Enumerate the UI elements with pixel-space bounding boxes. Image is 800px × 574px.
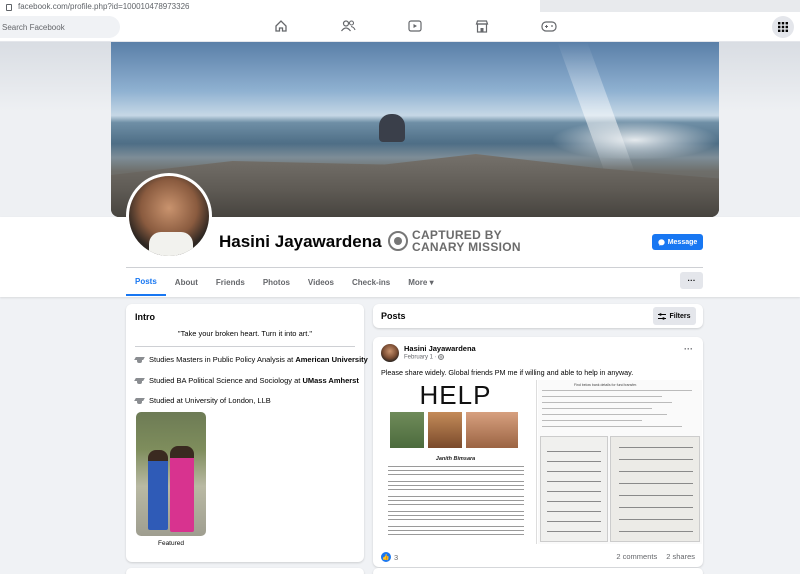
comments-count[interactable]: 2 comments xyxy=(616,552,657,561)
graduation-cap-icon xyxy=(135,377,144,385)
intro-title: Intro xyxy=(135,312,155,322)
bio-divider xyxy=(135,346,355,347)
globe-icon xyxy=(438,354,445,360)
flyer-heading: HELP xyxy=(419,380,492,410)
post-options-button[interactable]: ··· xyxy=(684,344,693,354)
tab-friends[interactable]: Friends xyxy=(207,268,254,296)
tab-more[interactable]: More ▾ xyxy=(399,268,442,296)
home-icon[interactable] xyxy=(273,18,289,34)
reactions-count: 3 xyxy=(394,552,399,562)
menu-grid-icon[interactable] xyxy=(772,16,794,38)
messenger-icon xyxy=(658,238,665,246)
reactions-summary[interactable]: 👍 3 xyxy=(381,552,398,562)
document-scan xyxy=(610,436,700,542)
graduation-cap-icon xyxy=(135,356,144,364)
posts-header-card: Posts Filters xyxy=(373,304,703,328)
post-image-bank-details[interactable]: Find below bank details for fund transfe… xyxy=(538,380,702,544)
message-label: Message xyxy=(667,238,698,246)
engagement-summary: 2 comments 2 shares xyxy=(616,552,695,561)
tab-photos[interactable]: Photos xyxy=(254,268,299,296)
flyer-caption: Janith Bimsara xyxy=(435,456,476,462)
tab-check-ins[interactable]: Check-ins xyxy=(343,268,399,296)
top-navigation: Search Facebook xyxy=(0,12,800,42)
featured-photo[interactable] xyxy=(136,412,206,536)
filters-icon xyxy=(658,312,667,320)
profile-avatar[interactable] xyxy=(126,173,212,259)
message-button[interactable]: Message xyxy=(652,234,703,250)
school-link[interactable]: UMass Amherst xyxy=(302,376,358,385)
intro-bio: "Take your broken heart. Turn it into ar… xyxy=(177,329,313,338)
flyer-photo xyxy=(428,412,462,448)
post-image-help-flyer[interactable]: HELP Janith Bimsara xyxy=(374,380,537,544)
next-card-right xyxy=(373,568,703,574)
post-card: Hasini Jayawardena February 1 · ··· Plea… xyxy=(373,337,703,567)
url-text[interactable]: facebook.com/profile.php?id=100010478973… xyxy=(18,2,189,11)
profile-name: Hasini Jayawardena xyxy=(219,232,382,251)
flyer-photo xyxy=(466,412,518,448)
education-item: Studied BA Political Science and Sociolo… xyxy=(135,376,359,385)
shares-count[interactable]: 2 shares xyxy=(666,552,695,561)
intro-card: Intro "Take your broken heart. Turn it i… xyxy=(126,304,368,562)
tab-about[interactable]: About xyxy=(166,268,207,296)
search-input[interactable]: Search Facebook xyxy=(0,16,120,38)
graduation-cap-icon xyxy=(135,397,144,405)
school-link[interactable]: American University xyxy=(295,355,368,364)
flyer-photo xyxy=(390,412,424,448)
cover-area xyxy=(0,42,800,217)
next-card-left xyxy=(126,568,364,574)
tab-videos[interactable]: Videos xyxy=(299,268,343,296)
posts-title: Posts xyxy=(381,311,406,321)
featured-label: Featured xyxy=(157,540,185,547)
browser-toolbar-area xyxy=(540,0,800,12)
filters-label: Filters xyxy=(669,312,691,320)
profile-tabs: Posts About Friends Photos Videos Check-… xyxy=(126,268,443,296)
filters-button[interactable]: Filters xyxy=(653,307,696,325)
post-text: Please share widely. Global friends PM m… xyxy=(381,368,634,377)
more-options-button[interactable]: ··· xyxy=(680,272,703,289)
tab-posts[interactable]: Posts xyxy=(126,268,166,296)
watch-icon[interactable] xyxy=(407,18,423,34)
education-item: Studies Masters in Public Policy Analysi… xyxy=(135,355,368,364)
browser-url-bar[interactable]: facebook.com/profile.php?id=100010478973… xyxy=(0,0,800,12)
watermark: CAPTURED BY CANARY MISSION xyxy=(388,229,521,253)
post-author-avatar[interactable] xyxy=(381,344,399,362)
like-icon: 👍 xyxy=(381,552,391,562)
watermark-line2: CANARY MISSION xyxy=(412,240,521,254)
gaming-icon[interactable] xyxy=(541,18,557,34)
bank-heading: Find below bank details for fund transfe… xyxy=(574,383,638,387)
post-author-name[interactable]: Hasini Jayawardena xyxy=(404,344,476,353)
document-scan xyxy=(540,436,608,542)
post-date[interactable]: February 1 · xyxy=(404,354,445,361)
watermark-seal-icon xyxy=(388,231,408,251)
friends-icon[interactable] xyxy=(340,18,356,34)
education-item: Studied at University of London, LLB xyxy=(135,396,271,405)
marketplace-icon[interactable] xyxy=(474,18,490,34)
lock-icon xyxy=(6,3,12,11)
